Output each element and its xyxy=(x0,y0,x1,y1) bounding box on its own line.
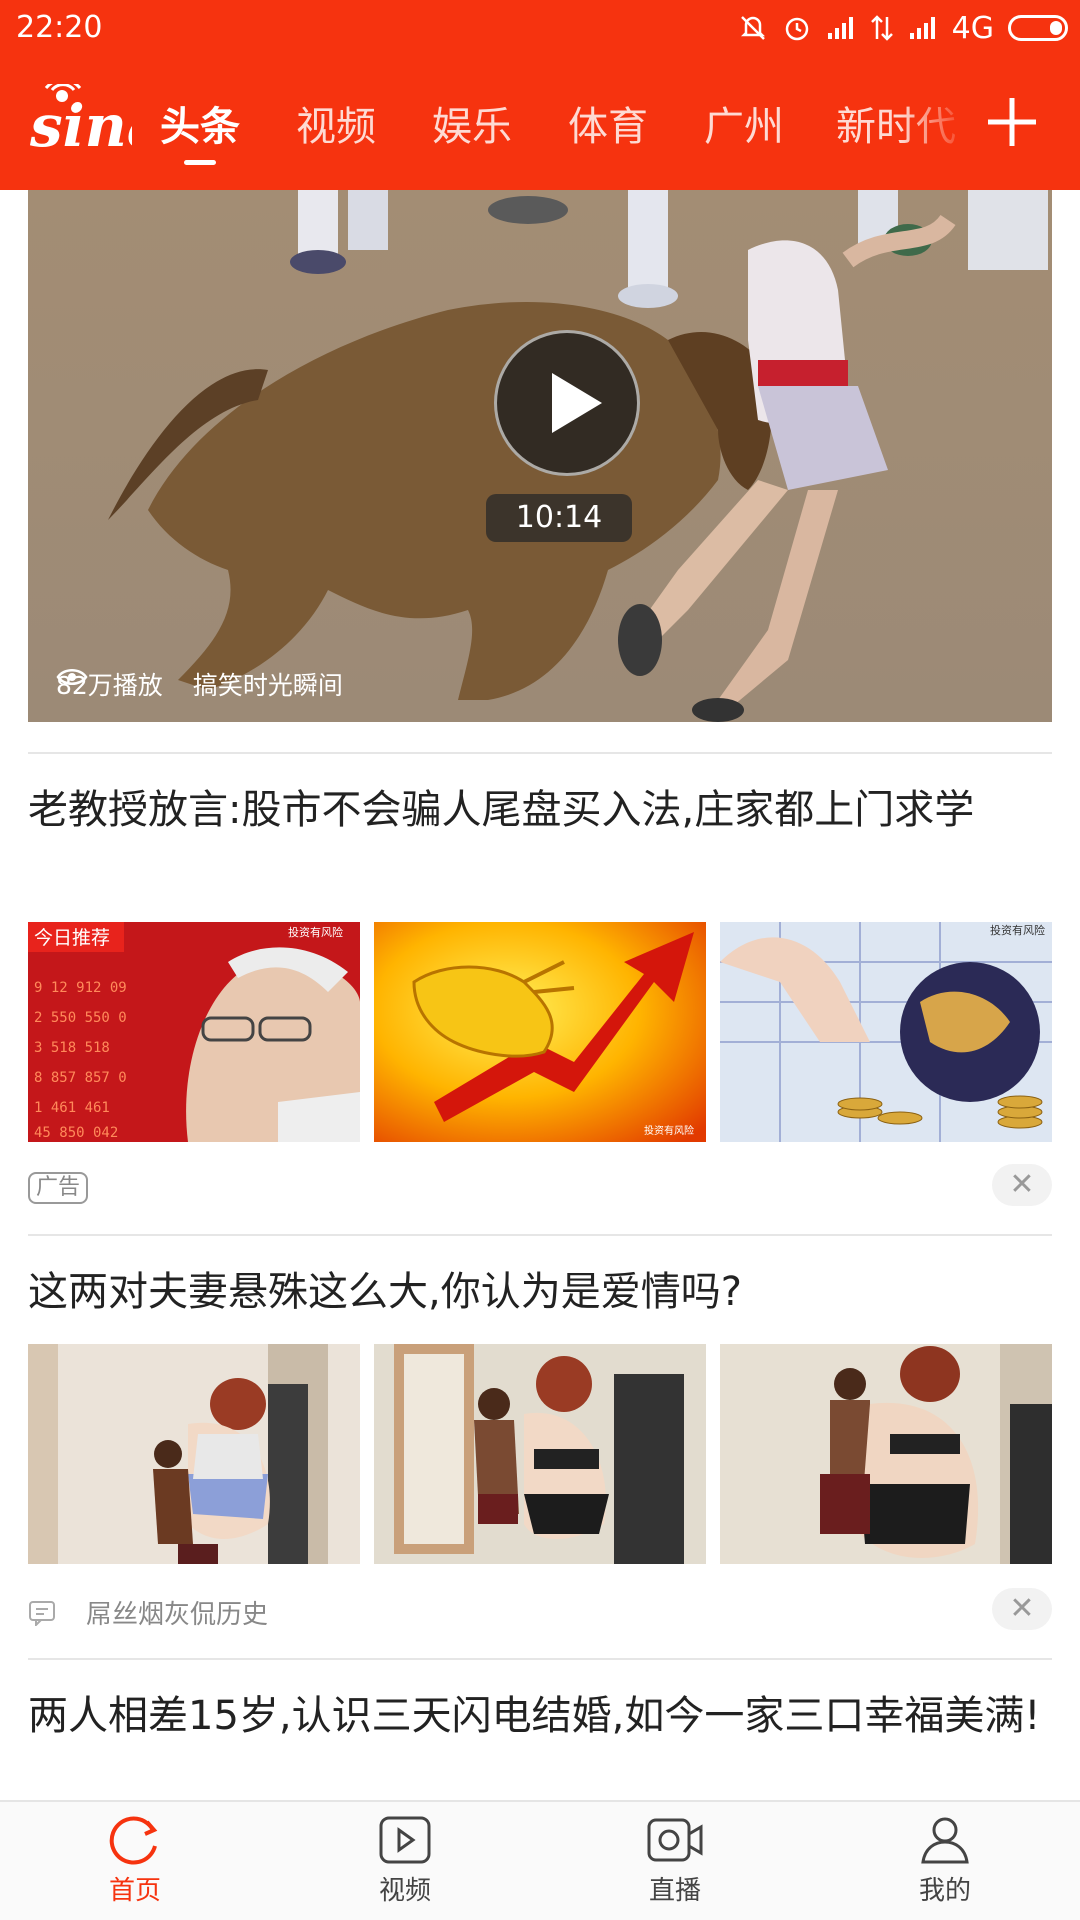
play-button[interactable] xyxy=(494,330,640,476)
app-header: sina 头条 视频 娱乐 体育 广州 新时代 xyxy=(0,56,1080,190)
divider xyxy=(28,752,1052,754)
divider xyxy=(28,1658,1052,1660)
svg-text:1 461 461: 1 461 461 xyxy=(34,1100,110,1116)
nav-home[interactable]: 首页 xyxy=(75,1814,195,1907)
mute-bell-icon xyxy=(740,16,765,40)
tab-video[interactable]: 视频 xyxy=(296,94,376,152)
tab-sports[interactable]: 体育 xyxy=(568,94,648,152)
video-duration: 10:14 xyxy=(486,494,632,542)
couple-photo-3 xyxy=(720,1344,1052,1564)
signal-icon xyxy=(909,17,935,39)
video-source[interactable]: 搞笑时光瞬间 xyxy=(193,666,343,702)
data-arrows-icon xyxy=(870,15,893,41)
couple-photo-2 xyxy=(374,1344,706,1564)
tab-fade xyxy=(900,92,970,152)
video-card[interactable]: 10:14 82万播放 搞笑时光瞬间 xyxy=(28,190,1052,722)
sina-logo[interactable]: sina xyxy=(28,84,132,154)
risk-watermark: 投资有风险 xyxy=(990,923,1045,937)
article-thumbnail[interactable] xyxy=(28,1344,360,1564)
nav-label: 首页 xyxy=(108,1876,161,1906)
signal-icon xyxy=(827,17,853,39)
user-icon xyxy=(921,1817,969,1864)
svg-text:2 550 550 0: 2 550 550 0 xyxy=(34,1010,127,1026)
comment-icon xyxy=(29,1600,55,1626)
refresh-home-icon xyxy=(109,1816,158,1865)
plus-icon[interactable] xyxy=(986,96,1038,148)
article-thumbnail[interactable]: 9 12 912 09 2 550 550 0 3 518 518 8 857 85… xyxy=(28,922,360,1142)
nav-label: 视频 xyxy=(378,1876,431,1906)
live-camera-icon xyxy=(647,1818,703,1862)
risk-watermark: 投资有风险 xyxy=(644,1124,694,1137)
svg-text:9 12 912 09: 9 12 912 09 xyxy=(34,980,127,996)
nav-live[interactable]: 直播 xyxy=(615,1814,735,1907)
nav-label: 我的 xyxy=(918,1876,971,1906)
nav-label: 直播 xyxy=(648,1876,701,1906)
article-thumbnail[interactable] xyxy=(374,1344,706,1564)
video-meta: 82万播放 搞笑时光瞬间 xyxy=(56,666,343,702)
nav-me[interactable]: 我的 xyxy=(885,1814,1005,1907)
tab-guangzhou[interactable]: 广州 xyxy=(704,94,784,152)
golden-bull-image: 投资有风险 xyxy=(374,922,706,1142)
article-title[interactable]: 老教授放言:股市不会骗人尾盘买入法,庄家都上门求学 xyxy=(28,780,1048,840)
dismiss-button[interactable]: ✕ xyxy=(992,1164,1052,1206)
channel-tabs: 头条 视频 娱乐 体育 广州 新时代 xyxy=(150,94,970,174)
video-play-icon xyxy=(379,1816,431,1864)
article-thumbnail[interactable]: 投资有风险 xyxy=(720,922,1052,1142)
nav-video[interactable]: 视频 xyxy=(345,1814,465,1907)
alarm-icon xyxy=(785,17,808,41)
stock-board-image: 9 12 912 09 2 550 550 0 3 518 518 8 857 85… xyxy=(28,922,360,1142)
dismiss-button[interactable]: ✕ xyxy=(992,1588,1052,1630)
recommend-tag: 今日推荐 xyxy=(34,927,110,949)
status-icons: 4G xyxy=(738,10,1068,46)
network-type: 4G xyxy=(951,10,994,46)
globe-coins-image: 投资有风险 xyxy=(720,922,1052,1142)
risk-watermark: 投资有风险 xyxy=(288,925,343,939)
article-title[interactable]: 两人相差15岁,认识三天闪电结婚,如今一家三口幸福美满! xyxy=(28,1686,1048,1746)
battery-icon xyxy=(1008,15,1068,41)
svg-text:3 518 518: 3 518 518 xyxy=(34,1040,110,1056)
bottom-nav: 首页 视频 直播 我的 xyxy=(0,1800,1080,1920)
article-thumbnail[interactable]: 投资有风险 xyxy=(374,922,706,1142)
svg-text:8 857 857 0: 8 857 857 0 xyxy=(34,1070,127,1086)
article-thumbnail[interactable] xyxy=(720,1344,1052,1564)
couple-photo-1 xyxy=(28,1344,360,1564)
eye-icon xyxy=(56,669,88,685)
tab-entertainment[interactable]: 娱乐 xyxy=(432,94,512,152)
logo-text: sina xyxy=(29,92,132,154)
ad-meta: 广告 xyxy=(28,1172,89,1204)
tab-headlines[interactable]: 头条 xyxy=(160,94,240,165)
article-meta: 屌丝烟灰侃历史 xyxy=(28,1594,268,1631)
divider xyxy=(28,1234,1052,1236)
article-title[interactable]: 这两对夫妻悬殊这么大,你认为是爱情吗? xyxy=(28,1262,1048,1322)
status-bar: 22:20 4G xyxy=(0,0,1080,56)
article-source[interactable]: 屌丝烟灰侃历史 xyxy=(86,1594,268,1631)
ad-badge: 广告 xyxy=(28,1172,89,1204)
svg-text:45 850 042: 45 850 042 xyxy=(34,1125,118,1141)
clock: 22:20 xyxy=(16,10,103,45)
